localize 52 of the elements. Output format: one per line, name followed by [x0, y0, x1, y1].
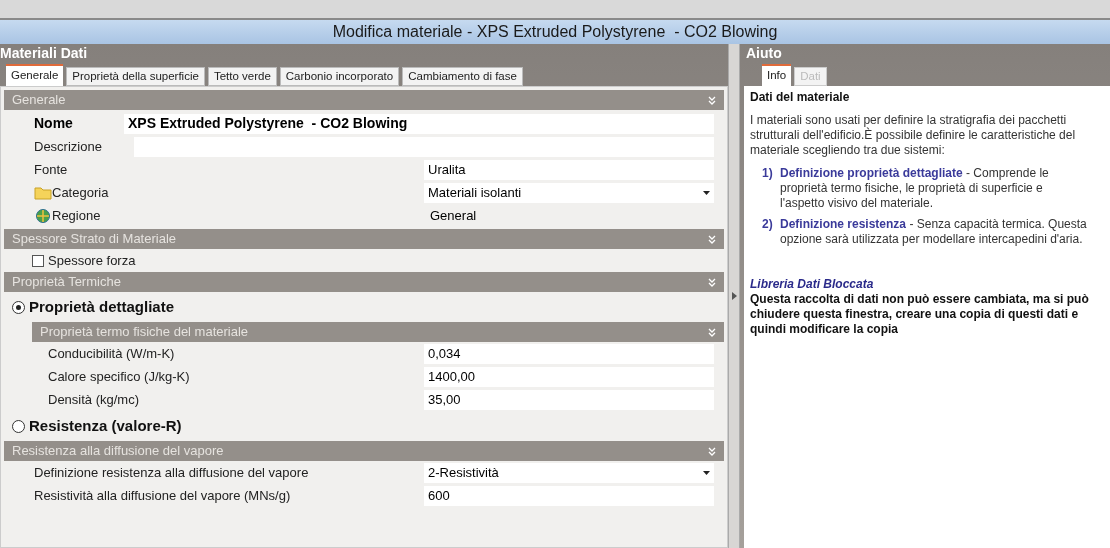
note-text: Questa raccolta di dati non può essere cambiata, ma si può chiudere questa finestra, creare una copia di questi dati e quindi modificare la copia	[750, 292, 1090, 337]
checkbox-label: Spessore forza	[48, 251, 136, 270]
radio-button[interactable]	[12, 300, 25, 314]
tab[interactable]: Cambiamento di fase	[402, 67, 523, 86]
panel-title: Aiuto	[746, 43, 782, 63]
input-field[interactable]: 0,034	[424, 343, 714, 364]
help-text: I materiali sono usati per definire la stratigrafia dei pacchetti strutturali dell'edificio.È possibile definire le caratteristiche del materiale scegliendo tra due sistemi:	[750, 113, 1077, 158]
splitter-arrow-icon[interactable]	[731, 292, 737, 300]
collapse-icon[interactable]	[708, 446, 716, 456]
collapse-icon[interactable]	[708, 277, 716, 287]
note-title: Libreria Dati Bloccata	[750, 277, 875, 292]
field-label: Fonte	[34, 160, 68, 179]
tab[interactable]: Carbonio incorporato	[279, 67, 400, 86]
field-label: Calore specifico (J/kg-K)	[48, 367, 190, 386]
tab[interactable]: Generale	[6, 64, 64, 86]
tab[interactable]: Info	[762, 64, 792, 86]
radio-label: Proprietà dettagliate	[29, 296, 175, 317]
field-value: General	[430, 206, 477, 225]
checkbox[interactable]	[32, 254, 44, 267]
collapse-icon[interactable]	[708, 95, 716, 105]
field-label: Resistività alla diffusione del vapore (MNs/g)	[34, 486, 291, 505]
globe-icon	[34, 207, 52, 224]
field-label: Categoria	[52, 183, 109, 202]
dropdown[interactable]: Materiali isolanti	[424, 182, 714, 203]
field-label: Definizione resistenza alla diffusione del vapore	[34, 463, 309, 482]
panel-title: Materiali Dati	[0, 43, 88, 63]
help-item-text: Definizione resistenza - Senza capacità termica. Questa opzione sarà utilizzata per modellare intercapedini d'aria.	[780, 217, 1088, 247]
input-field[interactable]: 35,00	[424, 389, 714, 410]
caret-icon	[703, 470, 710, 475]
radio-button[interactable]	[12, 419, 25, 433]
radio-label: Resistenza (valore-R)	[29, 415, 182, 436]
item-number: 2)	[762, 217, 774, 233]
collapse-icon[interactable]	[708, 234, 716, 244]
field-label: Densità (kg/mc)	[48, 390, 140, 409]
collapse-icon[interactable]	[708, 327, 716, 337]
field-label: Regione	[52, 206, 101, 225]
help-heading: Dati del materiale	[750, 90, 851, 105]
field-label: Descrizione	[34, 137, 103, 156]
name-field[interactable]: XPS Extruded Polystyrene - CO2 Blowing	[124, 113, 714, 134]
caret-icon	[703, 190, 710, 195]
field-label: Nome	[34, 114, 74, 133]
input-field[interactable]: Uralita	[424, 159, 714, 180]
field-label: Conducibilità (W/m-K)	[48, 344, 175, 363]
tab[interactable]: Proprietà della superficie	[66, 67, 205, 86]
window-title: Modifica materiale - XPS Extruded Polystyrene - CO2 Blowing	[332, 22, 778, 42]
tab[interactable]: Tetto verde	[207, 67, 277, 86]
help-item-text: Definizione proprietà dettagliate - Comprende le proprietà termo fisiche, le proprietà di superficie e l'aspetto visivo del materiale.	[780, 166, 1050, 211]
dropdown[interactable]: 2-Resistività	[424, 462, 714, 483]
folder-icon	[34, 185, 52, 200]
item-number: 1)	[762, 166, 774, 182]
input-field[interactable]: 600	[424, 485, 714, 506]
input-field[interactable]: 1400,00	[424, 366, 714, 387]
